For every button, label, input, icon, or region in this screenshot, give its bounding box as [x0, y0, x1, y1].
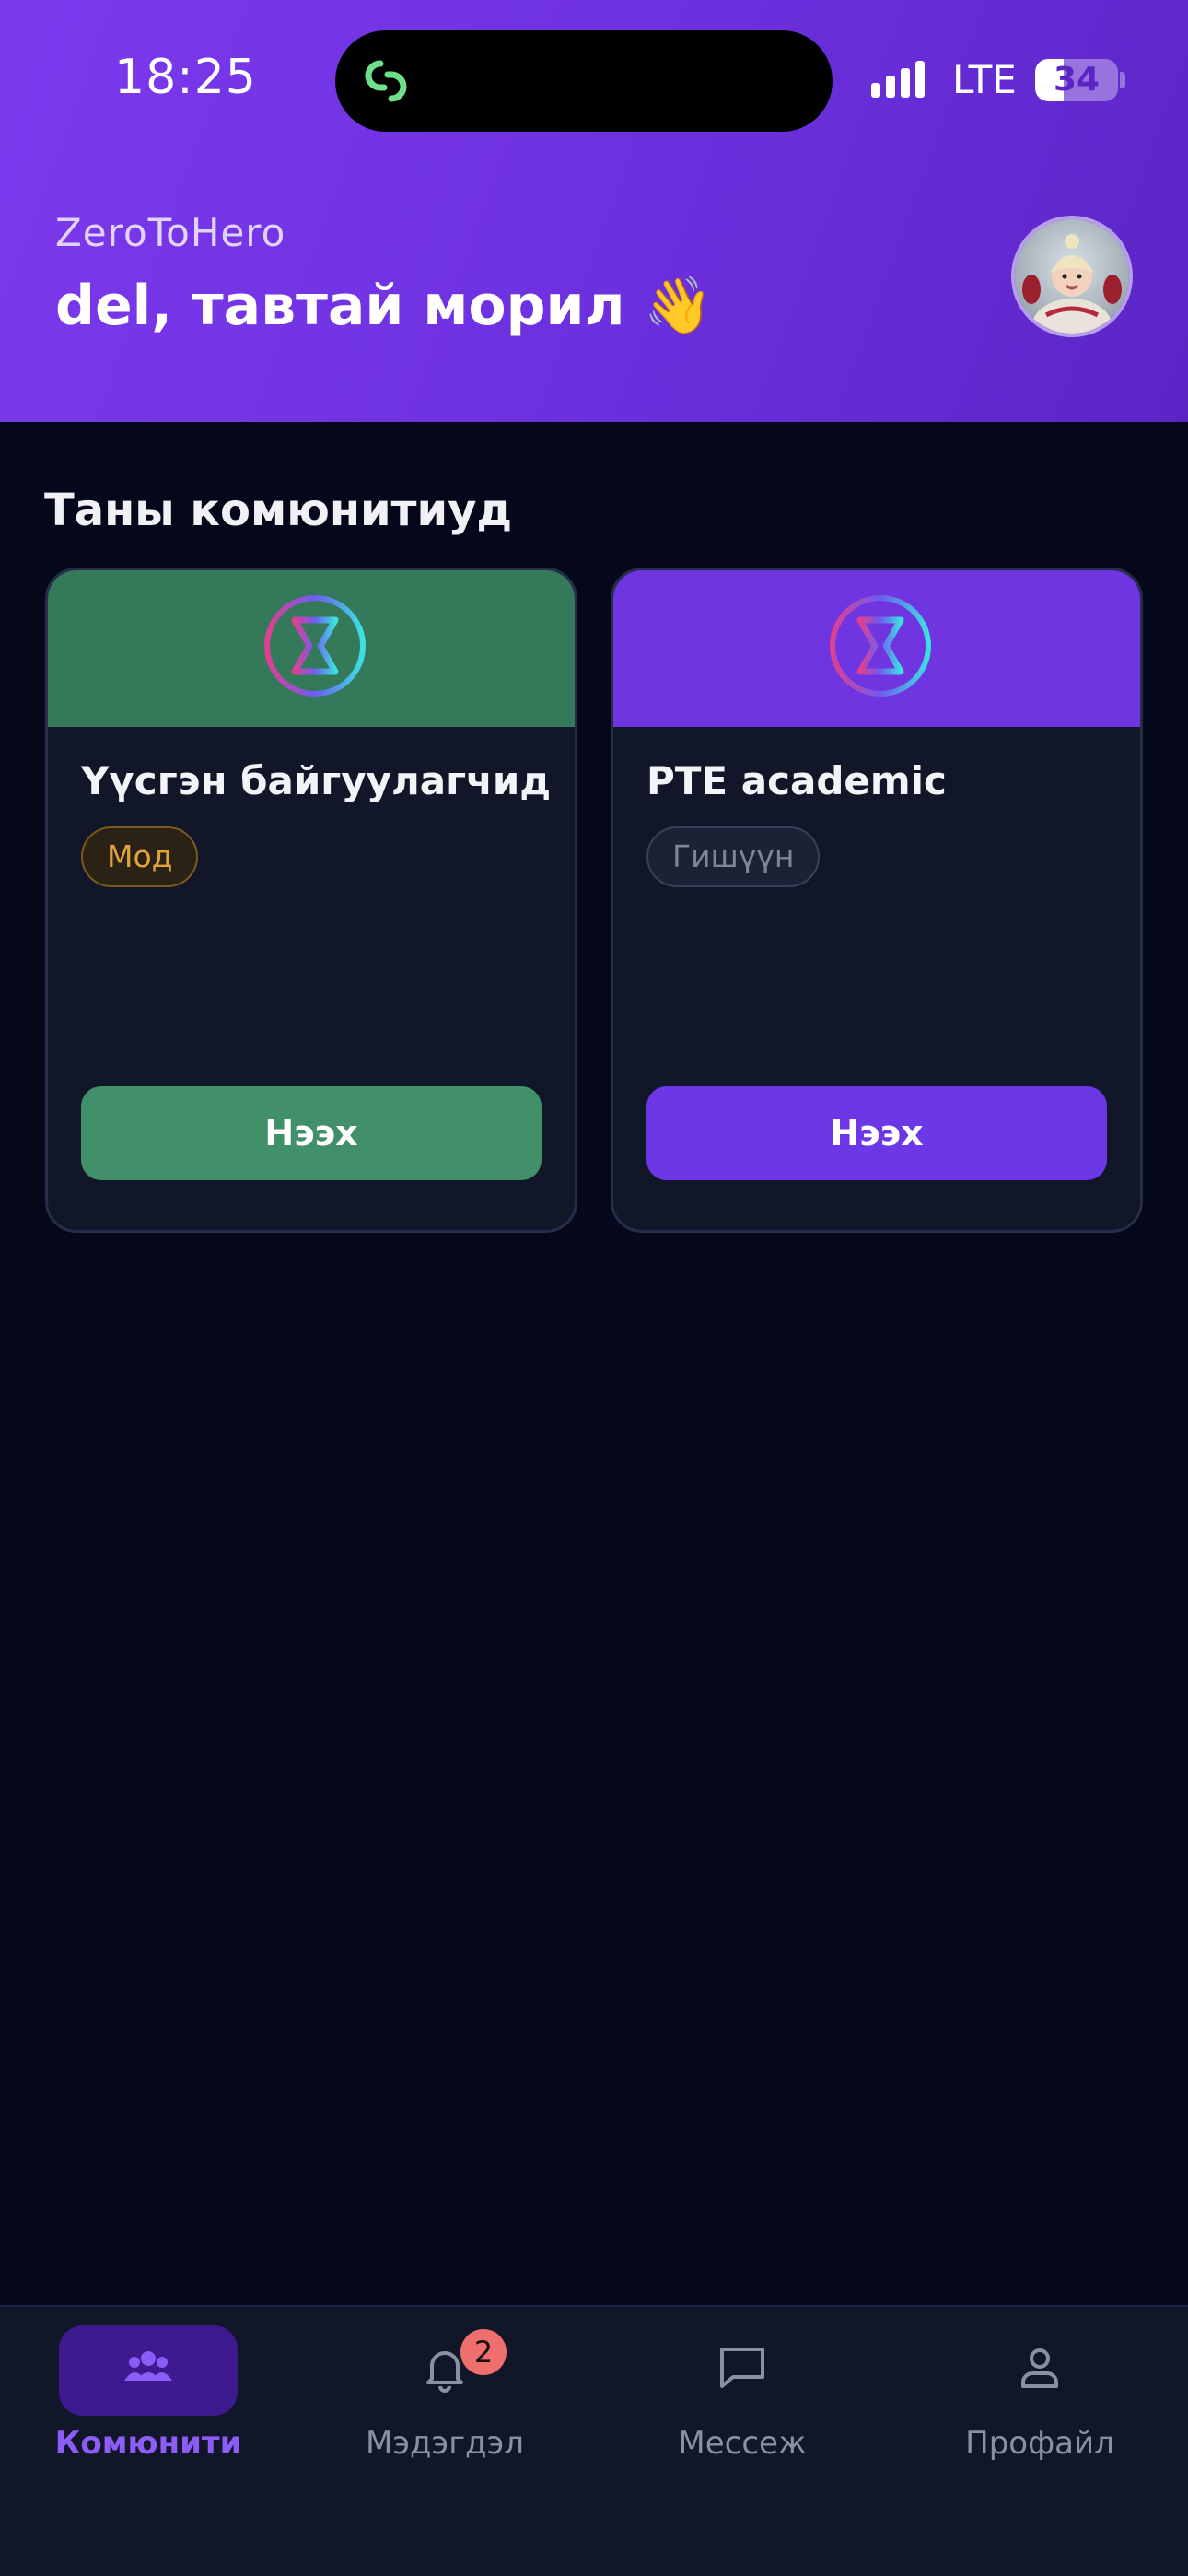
notification-badge: 2 [460, 2329, 507, 2375]
community-name: Үүсгэн байгуулагчид [81, 758, 552, 803]
section-title: Таны комюнитиуд [44, 485, 513, 536]
avatar[interactable] [1011, 216, 1133, 337]
status-time: 18:25 [114, 50, 257, 105]
app-name: ZeroToHero [55, 210, 286, 255]
nav-item-notifications[interactable]: 2 Мэдэгдэл [297, 2307, 593, 2519]
user-icon [1021, 2348, 1058, 2388]
role-badge: Гишүүн [646, 826, 821, 887]
battery-nub [1120, 72, 1125, 88]
app-header: 18:25 LTE 34 ZeroToHero del, тавтай мори… [0, 0, 1188, 422]
open-button[interactable]: Нээх [646, 1086, 1107, 1180]
network-type: LTE [952, 57, 1017, 102]
dynamic-island [335, 30, 833, 132]
nav-item-profile[interactable]: Профайл [891, 2307, 1188, 2519]
community-card[interactable]: PTE academic Гишүүн Нээх [611, 568, 1143, 1233]
bottom-nav: Комюнити 2 Мэдэгдэл Мессеж Профайл [0, 2305, 1188, 2576]
nav-label: Мессеж [678, 2425, 807, 2462]
signal-icon [871, 61, 925, 98]
avatar-image [1015, 219, 1129, 334]
battery-icon: 34 [1035, 59, 1118, 101]
role-badge: Мод [81, 826, 199, 887]
community-name: PTE academic [646, 758, 947, 803]
people-icon [124, 2351, 172, 2381]
battery-level: 34 [1053, 61, 1101, 99]
community-logo-icon [830, 595, 931, 697]
nav-item-messages[interactable]: Мессеж [594, 2307, 891, 2519]
nav-label: Комюнити [54, 2425, 242, 2462]
link-icon [365, 60, 407, 102]
nav-label: Мэдэгдэл [366, 2425, 524, 2462]
nav-label: Профайл [965, 2425, 1114, 2462]
status-bar: 18:25 LTE 34 [0, 0, 1188, 157]
community-logo-icon [264, 595, 366, 697]
welcome-title: del, тавтай морил 👋 [55, 274, 714, 338]
open-button[interactable]: Нээх [81, 1086, 542, 1180]
chat-icon [720, 2348, 764, 2388]
community-card[interactable]: Үүсгэн байгуулагчид Мод Нээх [45, 568, 577, 1233]
nav-item-community[interactable]: Комюнити [0, 2307, 297, 2519]
